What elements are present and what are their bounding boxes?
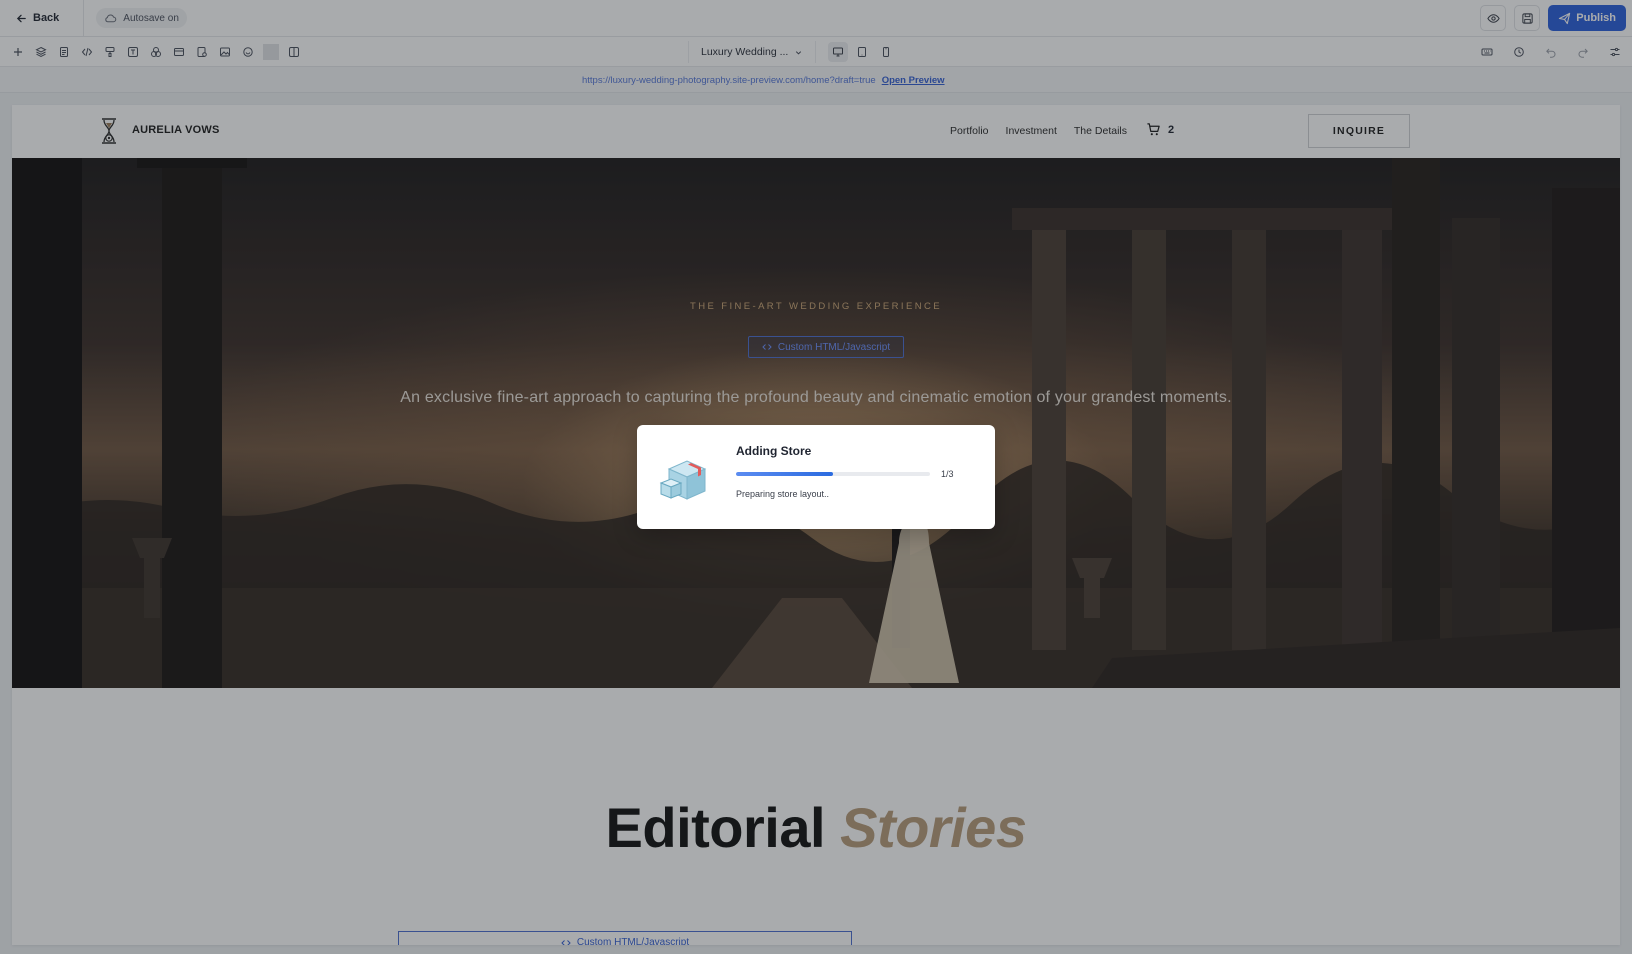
- progress-bar-fill: [736, 472, 833, 476]
- store-box-icon: [659, 460, 707, 500]
- modal-title: Adding Store: [736, 444, 812, 458]
- progress-bar: [736, 472, 930, 476]
- adding-store-modal: Adding Store 1/3 Preparing store layout.…: [637, 425, 995, 529]
- modal-status-text: Preparing store layout..: [736, 489, 830, 499]
- progress-count: 1/3: [941, 469, 954, 479]
